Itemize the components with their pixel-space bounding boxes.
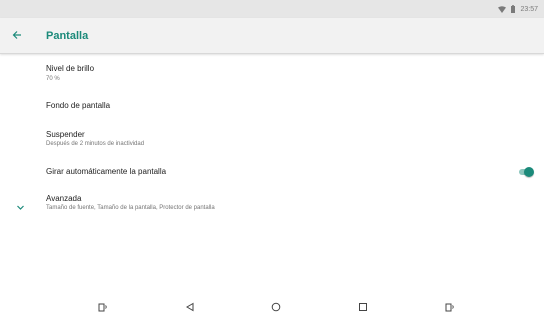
toggle-thumb — [524, 167, 534, 177]
navigation-bar — [0, 300, 544, 316]
setting-title: Suspender — [46, 130, 85, 139]
nav-home-button[interactable] — [269, 302, 283, 314]
recents-square-icon — [358, 299, 368, 316]
back-triangle-icon — [185, 299, 195, 316]
wifi-icon — [498, 5, 507, 13]
nav-volume-button[interactable] — [443, 302, 457, 314]
setting-auto-rotate[interactable]: Girar automáticamente la pantalla — [0, 157, 544, 187]
setting-title: Fondo de pantalla — [46, 101, 111, 110]
setting-summary: Tamaño de fuente, Tamaño de la pantalla,… — [46, 205, 215, 211]
back-button[interactable] — [0, 18, 34, 54]
setting-sleep[interactable]: Suspender Después de 2 minutos de inacti… — [0, 119, 544, 157]
auto-rotate-toggle[interactable] — [519, 167, 534, 177]
setting-summary: Después de 2 minutos de inactividad — [46, 141, 145, 147]
home-circle-icon — [271, 299, 281, 316]
volume-icon — [445, 299, 455, 316]
screenshot-button[interactable] — [96, 302, 110, 314]
setting-wallpaper[interactable]: Fondo de pantalla — [0, 88, 544, 119]
setting-advanced[interactable]: Avanzada Tamaño de fuente, Tamaño de la … — [0, 187, 544, 221]
back-arrow-icon — [12, 27, 22, 45]
nav-recents-button[interactable] — [356, 302, 370, 314]
setting-brightness-level[interactable]: Nivel de brillo 70 % — [0, 55, 544, 88]
screenshot-icon — [98, 299, 108, 316]
app-bar: Pantalla — [0, 18, 544, 54]
status-time: 23:57 — [520, 5, 538, 13]
setting-title: Girar automáticamente la pantalla — [46, 167, 167, 176]
nav-back-button[interactable] — [183, 302, 197, 314]
chevron-down-icon — [16, 198, 25, 210]
setting-summary: 70 % — [46, 76, 60, 82]
settings-list: Nivel de brillo 70 % Fondo de pantalla S… — [0, 55, 544, 221]
battery-icon — [511, 5, 516, 13]
page-title: Pantalla — [46, 29, 89, 42]
setting-title: Nivel de brillo — [46, 64, 95, 73]
status-bar: 23:57 — [0, 0, 544, 18]
setting-title: Avanzada — [46, 194, 82, 203]
